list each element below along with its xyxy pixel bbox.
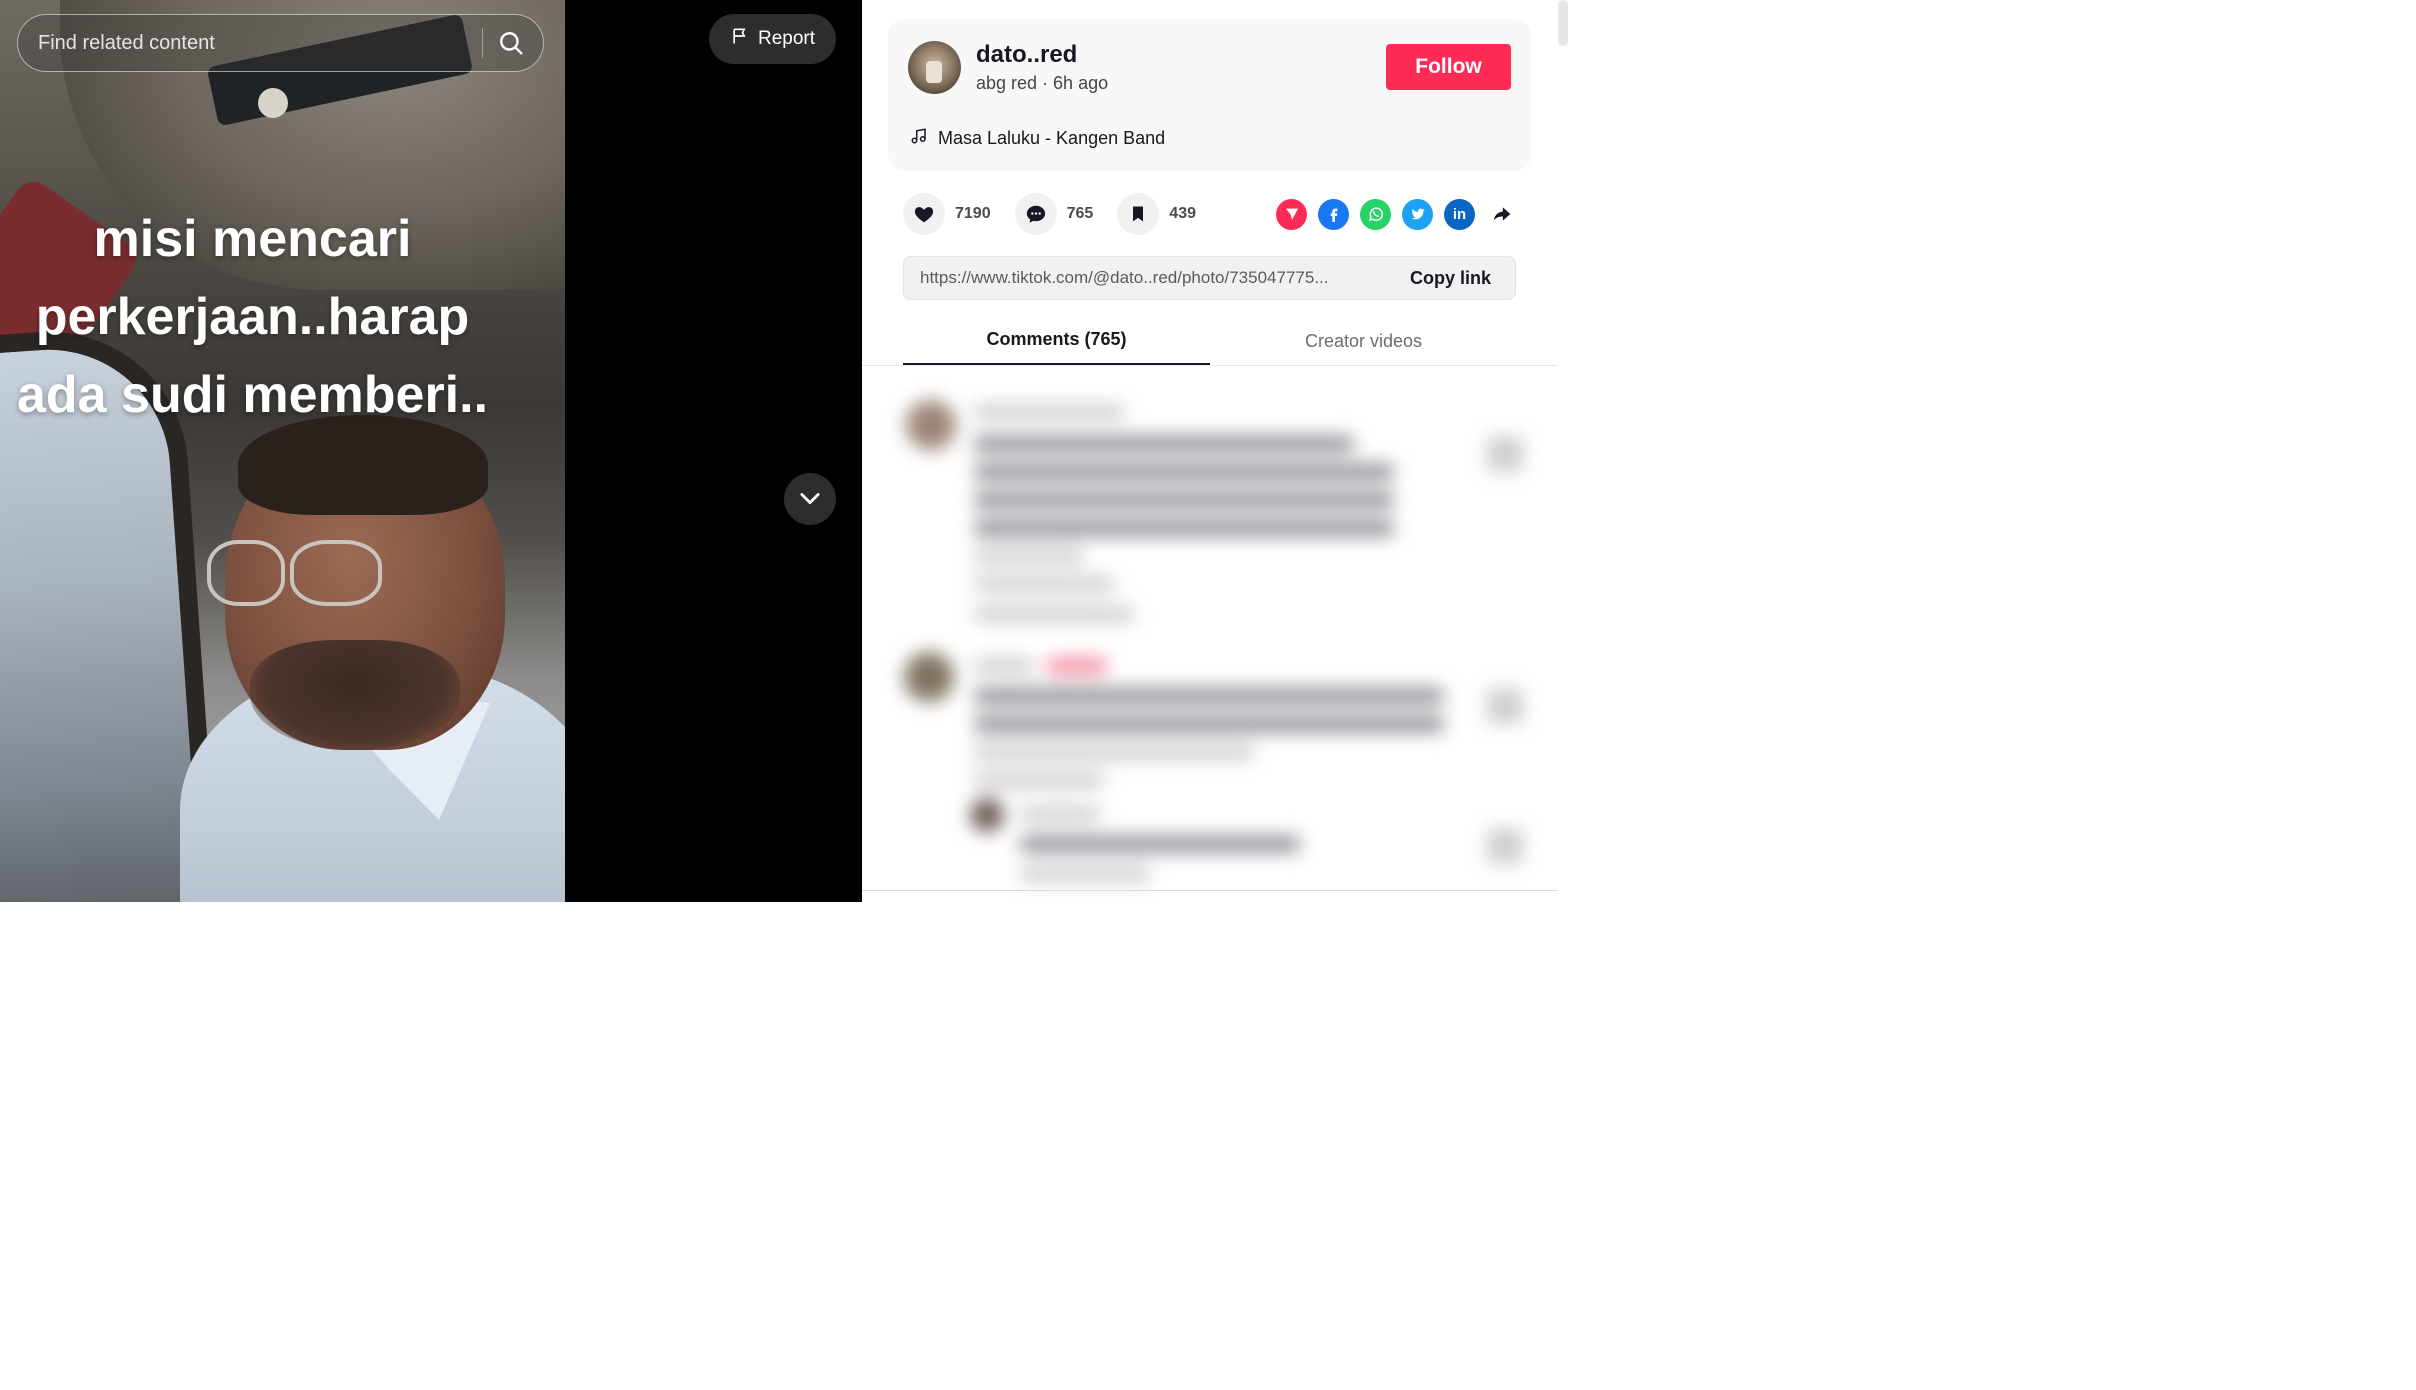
comment-like-placeholder [1487,436,1523,472]
panel-tabs: Comments (765) Creator videos [903,316,1517,366]
comment-like-placeholder [1487,688,1523,724]
comment-author-placeholder [974,404,1124,420]
music-title: Masa Laluku - Kangen Band [938,128,1166,148]
share-arrow-icon[interactable] [1486,199,1517,230]
report-label: Report [757,28,816,49]
chevron-down-icon [796,484,824,515]
photo-beard [250,640,460,750]
copy-link-button[interactable]: Copy link [1410,268,1491,289]
author-username[interactable]: dato..red [976,41,1077,69]
reply-avatar [970,798,1004,832]
follow-button[interactable]: Follow [1386,44,1511,90]
linkedin-icon[interactable]: in [1444,198,1475,230]
comment-text-placeholder [974,464,1394,480]
media-viewer: misi mencari perkerjaan..harap ada sudi … [0,0,862,902]
share-options: in [1276,198,1517,230]
comment-text-placeholder [974,492,1394,508]
like-count: 7190 [955,205,991,222]
bookmark-icon[interactable] [1117,193,1160,235]
flag-icon [730,26,750,52]
save-action[interactable]: 439 [1117,193,1196,235]
caption-line: perkerjaan..harap [35,288,470,346]
comment-replies-placeholder [974,606,1134,622]
heart-icon[interactable] [903,193,945,235]
details-panel: dato..red abg red · 6h ago Follow Masa L… [862,0,1568,902]
caption-line: ada sudi memberi.. [16,366,489,424]
music-link[interactable]: Masa Laluku - Kangen Band [910,127,1165,150]
search-icon[interactable] [497,29,525,57]
comment-meta-placeholder [974,772,1104,788]
reply-meta-placeholder [1020,866,1150,882]
search-divider [482,28,483,58]
photo-glasses-right [290,540,382,606]
twitter-icon[interactable] [1402,198,1433,230]
share-link-url[interactable]: https://www.tiktok.com/@dato..red/photo/… [920,268,1410,288]
send-to-friends-icon[interactable] [1276,198,1307,230]
comment-text-placeholder [974,716,1444,732]
photo-sticker [258,88,288,118]
facebook-icon[interactable] [1318,198,1349,230]
comment-author-placeholder [974,658,1034,674]
avatar[interactable] [908,41,961,94]
comment-count: 765 [1066,205,1094,222]
comment-text-placeholder [974,436,1354,452]
author-subline: abg red · 6h ago [976,73,1109,93]
reply-author-placeholder [1020,806,1100,822]
panel-bottom-border [862,890,1558,891]
scrollbar-thumb[interactable] [1558,0,1568,46]
comment-avatar [906,400,956,450]
comment-avatar [904,652,954,702]
photo-caption: misi mencari perkerjaan..harap ada sudi … [0,200,505,434]
save-count: 439 [1169,205,1196,222]
post-photo[interactable]: misi mencari perkerjaan..harap ada sudi … [0,0,565,902]
tab-creator-videos[interactable]: Creator videos [1210,316,1517,366]
next-video-button[interactable] [784,473,836,525]
comment-text-placeholder [974,744,1254,760]
whatsapp-icon[interactable] [1360,198,1391,230]
caption-line: misi mencari [93,210,412,268]
music-note-icon [910,127,928,150]
comment-text-placeholder [974,520,1394,536]
tab-comments[interactable]: Comments (765) [903,316,1210,366]
comment-text-placeholder [974,548,1084,564]
action-bar: 7190 765 439 in [903,193,1517,235]
comment-text-placeholder [974,688,1444,704]
search-input[interactable] [38,31,468,55]
comment-action[interactable]: 765 [1014,193,1094,235]
photo-glasses-left [207,540,285,606]
reply-like-placeholder [1487,828,1523,864]
share-link-box: https://www.tiktok.com/@dato..red/photo/… [903,256,1516,300]
reply-text-placeholder [1020,836,1300,852]
report-button[interactable]: Report [709,14,836,64]
comment-list [862,366,1558,890]
author-card: dato..red abg red · 6h ago Follow Masa L… [888,19,1531,171]
comment-badge-placeholder [1047,658,1107,674]
find-related-search[interactable] [17,14,544,72]
comment-meta-placeholder [974,576,1114,592]
comment-icon[interactable] [1014,193,1057,235]
like-action[interactable]: 7190 [903,193,991,235]
